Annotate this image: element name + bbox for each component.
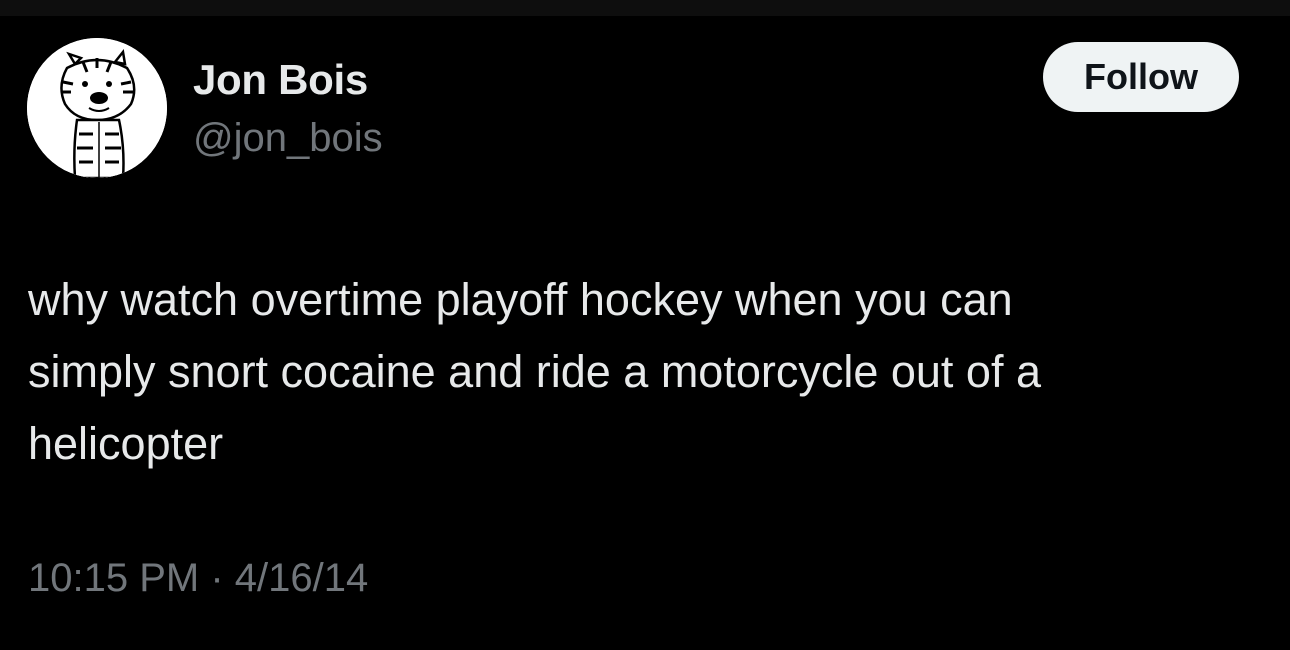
tweet-date: 4/16/14	[234, 556, 369, 600]
meta-separator: ·	[210, 556, 224, 600]
tweet-card: Jon Bois @jon_bois Follow why watch over…	[0, 16, 1290, 650]
tweet-timestamp[interactable]: 10:15 PM · 4/16/14	[28, 556, 368, 601]
follow-button[interactable]: Follow	[1043, 42, 1239, 112]
tweet-text-line: why watch overtime playoff hockey when y…	[28, 274, 1013, 325]
author-handle[interactable]: @jon_bois	[193, 116, 383, 161]
tweet-text: why watch overtime playoff hockey when y…	[28, 264, 1273, 480]
author-display-name[interactable]: Jon Bois	[193, 56, 368, 104]
cartoon-tiger-avatar-icon	[27, 38, 167, 178]
top-strip	[0, 0, 1290, 16]
avatar[interactable]	[27, 38, 167, 178]
tweet-text-line: simply snort cocaine and ride a motorcyc…	[28, 346, 1041, 397]
tweet-text-line: helicopter	[28, 418, 224, 469]
tweet-time: 10:15 PM	[28, 556, 200, 600]
